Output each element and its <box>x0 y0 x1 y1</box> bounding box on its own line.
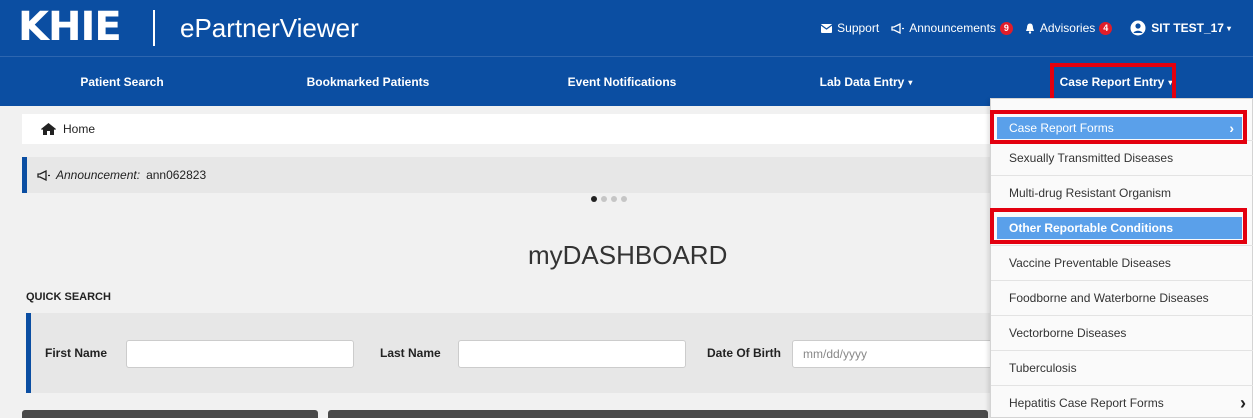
menu-item-label: Hepatitis Case Report Forms <box>1009 396 1164 410</box>
announcements-badge: 9 <box>999 21 1013 35</box>
logo-divider <box>153 10 155 46</box>
menu-item-label: Foodborne and Waterborne Diseases <box>1009 291 1209 305</box>
home-icon <box>41 123 56 135</box>
nav-bookmarked-patients[interactable]: Bookmarked Patients <box>307 57 430 107</box>
menu-item-foodborne-waterborne-diseases[interactable]: Foodborne and Waterborne Diseases <box>991 280 1253 315</box>
menu-item-tuberculosis[interactable]: Tuberculosis <box>991 350 1253 385</box>
breadcrumb-home[interactable]: Home <box>63 122 95 136</box>
menu-item-label: Vectorborne Diseases <box>1009 326 1127 340</box>
advisories-label: Advisories <box>1039 21 1096 35</box>
first-name-input[interactable] <box>126 340 354 368</box>
user-caret-icon: ▾ <box>1226 23 1231 33</box>
menu-item-multi-drug-resistant-organism[interactable]: Multi-drug Resistant Organism <box>991 175 1253 210</box>
quick-search-panel: First Name Last Name Date Of Birth <box>26 313 1016 393</box>
announcements-label: Announcements <box>909 21 996 35</box>
bottom-bar <box>22 410 318 418</box>
breadcrumb: Home <box>22 114 1012 144</box>
khie-logo[interactable]: KHIE <box>18 4 122 50</box>
app-name: ePartnerViewer <box>180 13 359 43</box>
carousel-dot[interactable] <box>601 196 607 202</box>
carousel-dot[interactable] <box>591 196 597 202</box>
app-header: KHIE ePartnerViewer Support Announcement… <box>0 0 1253 56</box>
support-label: Support <box>837 21 880 35</box>
user-circle-icon <box>1130 20 1146 36</box>
menu-item-label: Vaccine Preventable Diseases <box>1009 256 1171 270</box>
megaphone-icon <box>37 169 50 181</box>
highlight-other-reportable-conditions <box>990 208 1247 244</box>
megaphone-icon <box>891 22 905 34</box>
carousel-dot[interactable] <box>621 196 627 202</box>
dob-label: Date Of Birth <box>707 346 782 360</box>
menu-item-sexually-transmitted-diseases[interactable]: Sexually Transmitted Diseases <box>991 140 1253 175</box>
dashboard-title: myDASHBOARD <box>528 240 728 270</box>
case-report-entry-menu: Case Report Forms › Sexually Transmitted… <box>990 98 1253 418</box>
announcement-bar: Announcement: ann062823 <box>22 157 1012 193</box>
announcement-label: Announcement: <box>56 168 141 182</box>
envelope-icon <box>821 23 833 33</box>
carousel-indicators <box>591 196 631 202</box>
chevron-right-icon: › <box>1240 393 1246 413</box>
chevron-down-icon: ▾ <box>908 78 913 87</box>
nav-event-notifications[interactable]: Event Notifications <box>568 57 677 107</box>
menu-item-label: Sexually Transmitted Diseases <box>1009 151 1174 165</box>
announcement-text: ann062823 <box>146 168 207 182</box>
nav-event-notifications-label: Event Notifications <box>567 75 677 89</box>
support-link[interactable]: Support <box>821 21 879 35</box>
bell-icon <box>1025 23 1034 34</box>
last-name-label: Last Name <box>380 346 441 360</box>
menu-item-label: Tuberculosis <box>1009 361 1077 375</box>
menu-item-vaccine-preventable-diseases[interactable]: Vaccine Preventable Diseases <box>991 245 1253 280</box>
quick-search-title: QUICK SEARCH <box>26 291 111 303</box>
user-menu[interactable]: SIT TEST_17 ▾ <box>1130 20 1231 36</box>
highlight-case-report-forms <box>990 110 1247 144</box>
dob-input[interactable] <box>792 340 996 368</box>
advisories-badge: 4 <box>1099 21 1113 35</box>
menu-item-hepatitis-case-report-forms[interactable]: Hepatitis Case Report Forms › <box>991 385 1253 418</box>
announcements-link[interactable]: Announcements 9 <box>891 21 1013 35</box>
user-name: SIT TEST_17 <box>1151 21 1224 35</box>
nav-patient-search[interactable]: Patient Search <box>80 57 163 107</box>
top-links: Support Announcements 9 Advisories 4 SIT… <box>809 20 1231 36</box>
bottom-bar <box>328 410 988 418</box>
nav-bookmarked-patients-label: Bookmarked Patients <box>306 75 430 89</box>
nav-lab-data-entry-label: Lab Data Entry <box>819 75 905 89</box>
first-name-label: First Name <box>45 346 108 360</box>
carousel-dot[interactable] <box>611 196 617 202</box>
menu-item-vectorborne-diseases[interactable]: Vectorborne Diseases <box>991 315 1253 350</box>
menu-item-label: Multi-drug Resistant Organism <box>1009 186 1172 200</box>
last-name-input[interactable] <box>458 340 686 368</box>
nav-patient-search-label: Patient Search <box>80 75 164 89</box>
advisories-link[interactable]: Advisories 4 <box>1025 21 1113 35</box>
nav-lab-data-entry[interactable]: Lab Data Entry ▾ <box>820 57 913 107</box>
